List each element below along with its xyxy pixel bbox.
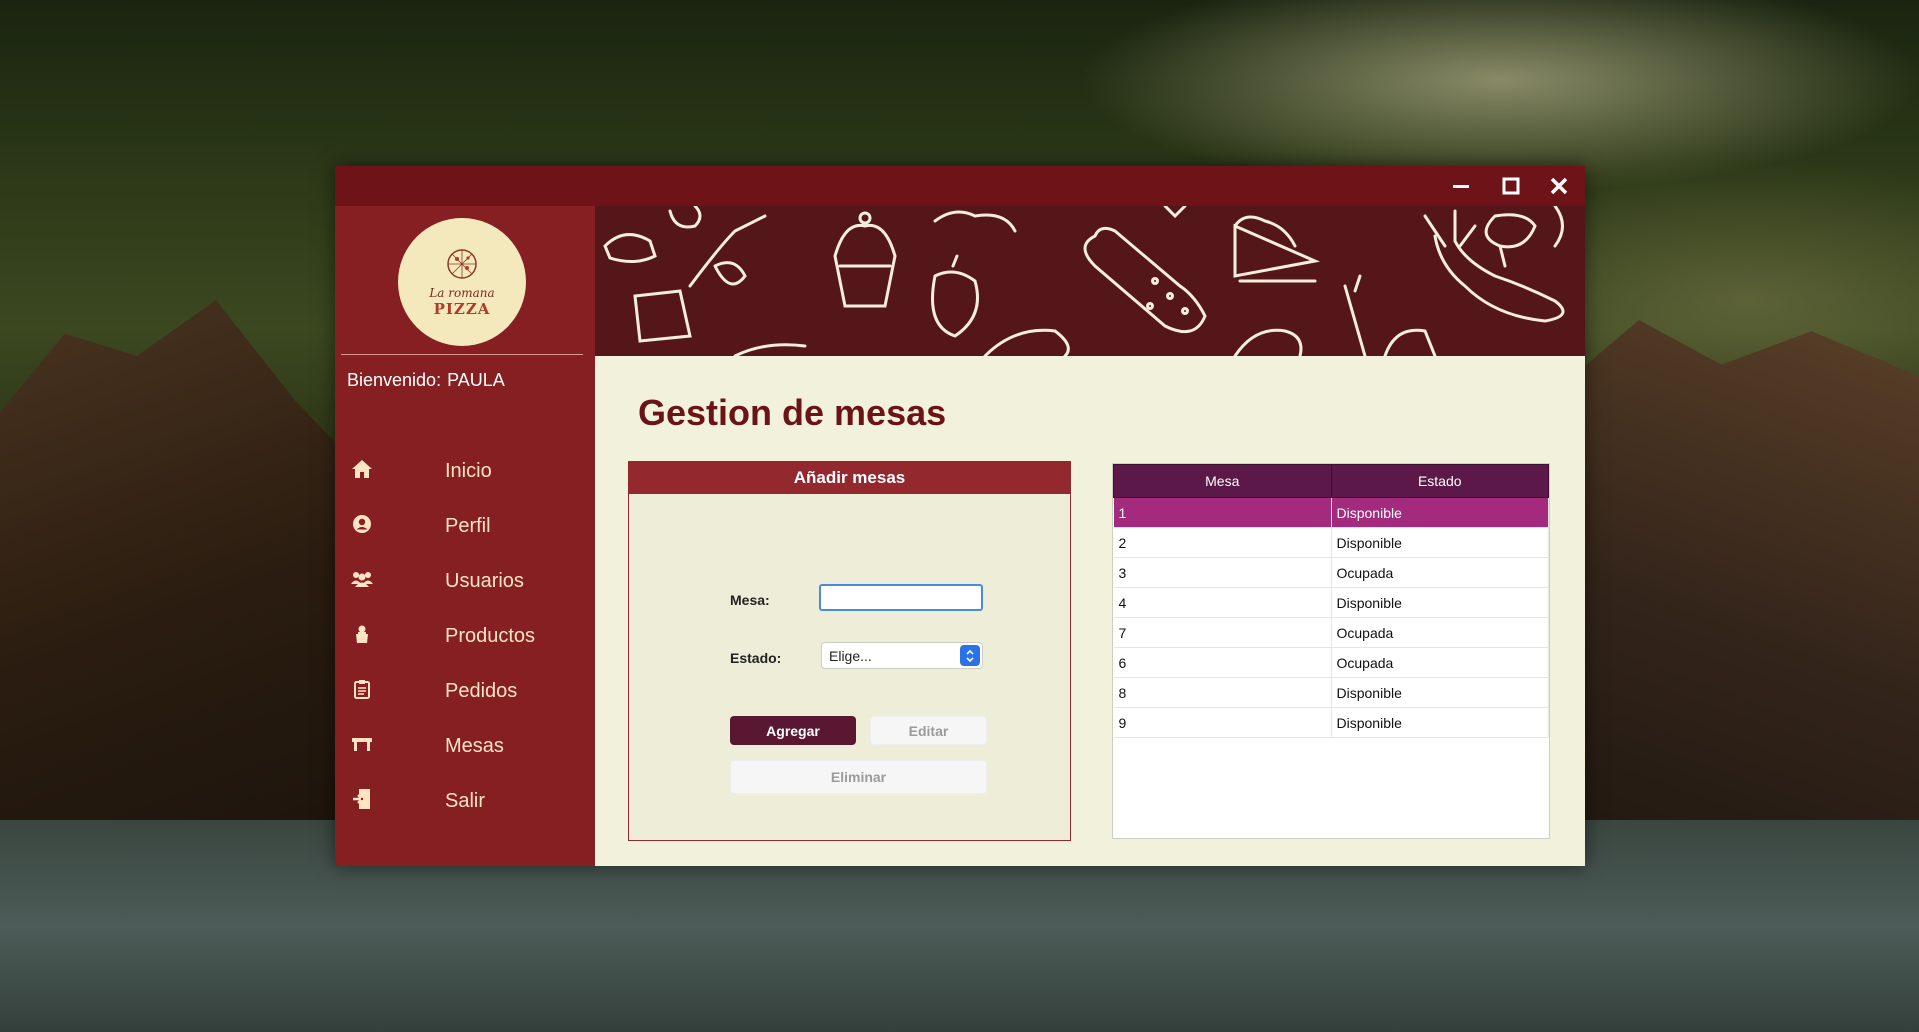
sidebar-item-usuarios[interactable]: Usuarios — [335, 554, 595, 609]
cell-mesa: 1 — [1113, 497, 1332, 528]
sidebar-item-label: Salir — [445, 790, 486, 812]
logo-subtitle: La romana — [429, 286, 495, 300]
sidebar-item-label: Pedidos — [445, 680, 518, 702]
clipboard-icon — [350, 678, 374, 700]
estado-select-value: Elige... — [829, 648, 872, 664]
table-row[interactable]: 7 Ocupada — [1113, 617, 1549, 648]
cell-mesa: 8 — [1113, 677, 1332, 708]
sidebar-item-label: Perfil — [445, 515, 491, 537]
user-name: PAULA — [447, 370, 505, 390]
editar-button[interactable]: Editar — [870, 716, 987, 745]
cell-mesa: 6 — [1113, 647, 1332, 678]
sidebar-item-productos[interactable]: Productos — [335, 609, 595, 664]
table-row[interactable]: 2 Disponible — [1113, 527, 1549, 558]
cell-mesa: 2 — [1113, 527, 1332, 558]
user-icon — [350, 513, 374, 535]
sidebar-item-label: Productos — [445, 625, 536, 647]
tables-table: Mesa Estado 1 Disponible 2 Disponible 3 Ocupa… — [1113, 464, 1549, 738]
table-icon — [350, 733, 374, 755]
cell-estado: Disponible — [1331, 677, 1549, 708]
sidebar: La romana PIZZA Bienvenido: PAULA Inicio … — [335, 206, 595, 866]
cell-estado: Ocupada — [1331, 617, 1549, 648]
users-icon — [350, 568, 374, 590]
cell-estado: Disponible — [1331, 587, 1549, 618]
sidebar-item-label: Usuarios — [445, 570, 524, 592]
sidebar-item-pedidos[interactable]: Pedidos — [335, 664, 595, 719]
app-window: La romana PIZZA Bienvenido: PAULA Inicio … — [335, 166, 1585, 866]
food-banner — [595, 206, 1585, 356]
sidebar-item-salir[interactable]: Salir — [335, 774, 595, 829]
close-icon[interactable] — [1545, 172, 1573, 200]
maximize-icon[interactable] — [1497, 172, 1525, 200]
home-icon — [350, 458, 374, 480]
cell-estado: Ocupada — [1331, 647, 1549, 678]
table-row[interactable]: 9 Disponible — [1113, 707, 1549, 738]
desktop-mountain-left — [0, 300, 360, 860]
sidebar-item-inicio[interactable]: Inicio — [335, 444, 595, 499]
cell-estado: Disponible — [1331, 527, 1549, 558]
select-arrows-icon — [960, 645, 980, 666]
page-title: Gestion de mesas — [638, 392, 947, 433]
cell-mesa: 9 — [1113, 707, 1332, 738]
sidebar-nav: Inicio Perfil Usuarios Productos Pedidos… — [335, 444, 595, 829]
cell-mesa: 3 — [1113, 557, 1332, 588]
mesa-label: Mesa: — [730, 592, 770, 608]
pizza-icon — [447, 249, 477, 279]
title-bar[interactable] — [335, 166, 1585, 206]
cell-mesa: 7 — [1113, 617, 1332, 648]
logo-title: PIZZA — [433, 300, 491, 318]
welcome-text: Bienvenido: PAULA — [347, 370, 505, 391]
tables-list: Mesa Estado 1 Disponible 2 Disponible 3 Ocupa… — [1112, 463, 1550, 839]
sidebar-item-label: Mesas — [445, 735, 504, 757]
estado-select[interactable]: Elige... — [821, 642, 983, 669]
welcome-label: Bienvenido: — [347, 370, 442, 390]
column-header-mesa[interactable]: Mesa — [1113, 464, 1332, 498]
main-content: Gestion de mesas Añadir mesas Mesa: Esta… — [595, 356, 1585, 866]
table-row[interactable]: 1 Disponible — [1113, 497, 1549, 528]
table-row[interactable]: 6 Ocupada — [1113, 647, 1549, 678]
eliminar-button[interactable]: Eliminar — [730, 760, 987, 794]
add-table-panel: Añadir mesas Mesa: Estado: Elige... Agre… — [628, 461, 1071, 841]
agregar-button[interactable]: Agregar — [730, 716, 856, 745]
cell-mesa: 4 — [1113, 587, 1332, 618]
table-row[interactable]: 8 Disponible — [1113, 677, 1549, 708]
panel-header: Añadir mesas — [629, 462, 1070, 494]
desktop-mountain-right — [1560, 320, 1919, 880]
mesa-input[interactable] — [819, 584, 983, 611]
sidebar-item-perfil[interactable]: Perfil — [335, 499, 595, 554]
chef-icon — [350, 623, 374, 645]
table-row[interactable]: 4 Disponible — [1113, 587, 1549, 618]
cell-estado: Disponible — [1331, 497, 1549, 528]
exit-icon — [350, 788, 374, 810]
sidebar-item-label: Inicio — [445, 460, 492, 482]
cell-estado: Disponible — [1331, 707, 1549, 738]
table-row[interactable]: 3 Ocupada — [1113, 557, 1549, 588]
estado-label: Estado: — [730, 650, 782, 666]
sidebar-divider — [341, 354, 583, 355]
column-header-estado[interactable]: Estado — [1330, 464, 1549, 498]
minimize-icon[interactable] — [1447, 172, 1475, 200]
sidebar-item-mesas[interactable]: Mesas — [335, 719, 595, 774]
pizza-logo: La romana PIZZA — [398, 218, 526, 346]
cell-estado: Ocupada — [1331, 557, 1549, 588]
